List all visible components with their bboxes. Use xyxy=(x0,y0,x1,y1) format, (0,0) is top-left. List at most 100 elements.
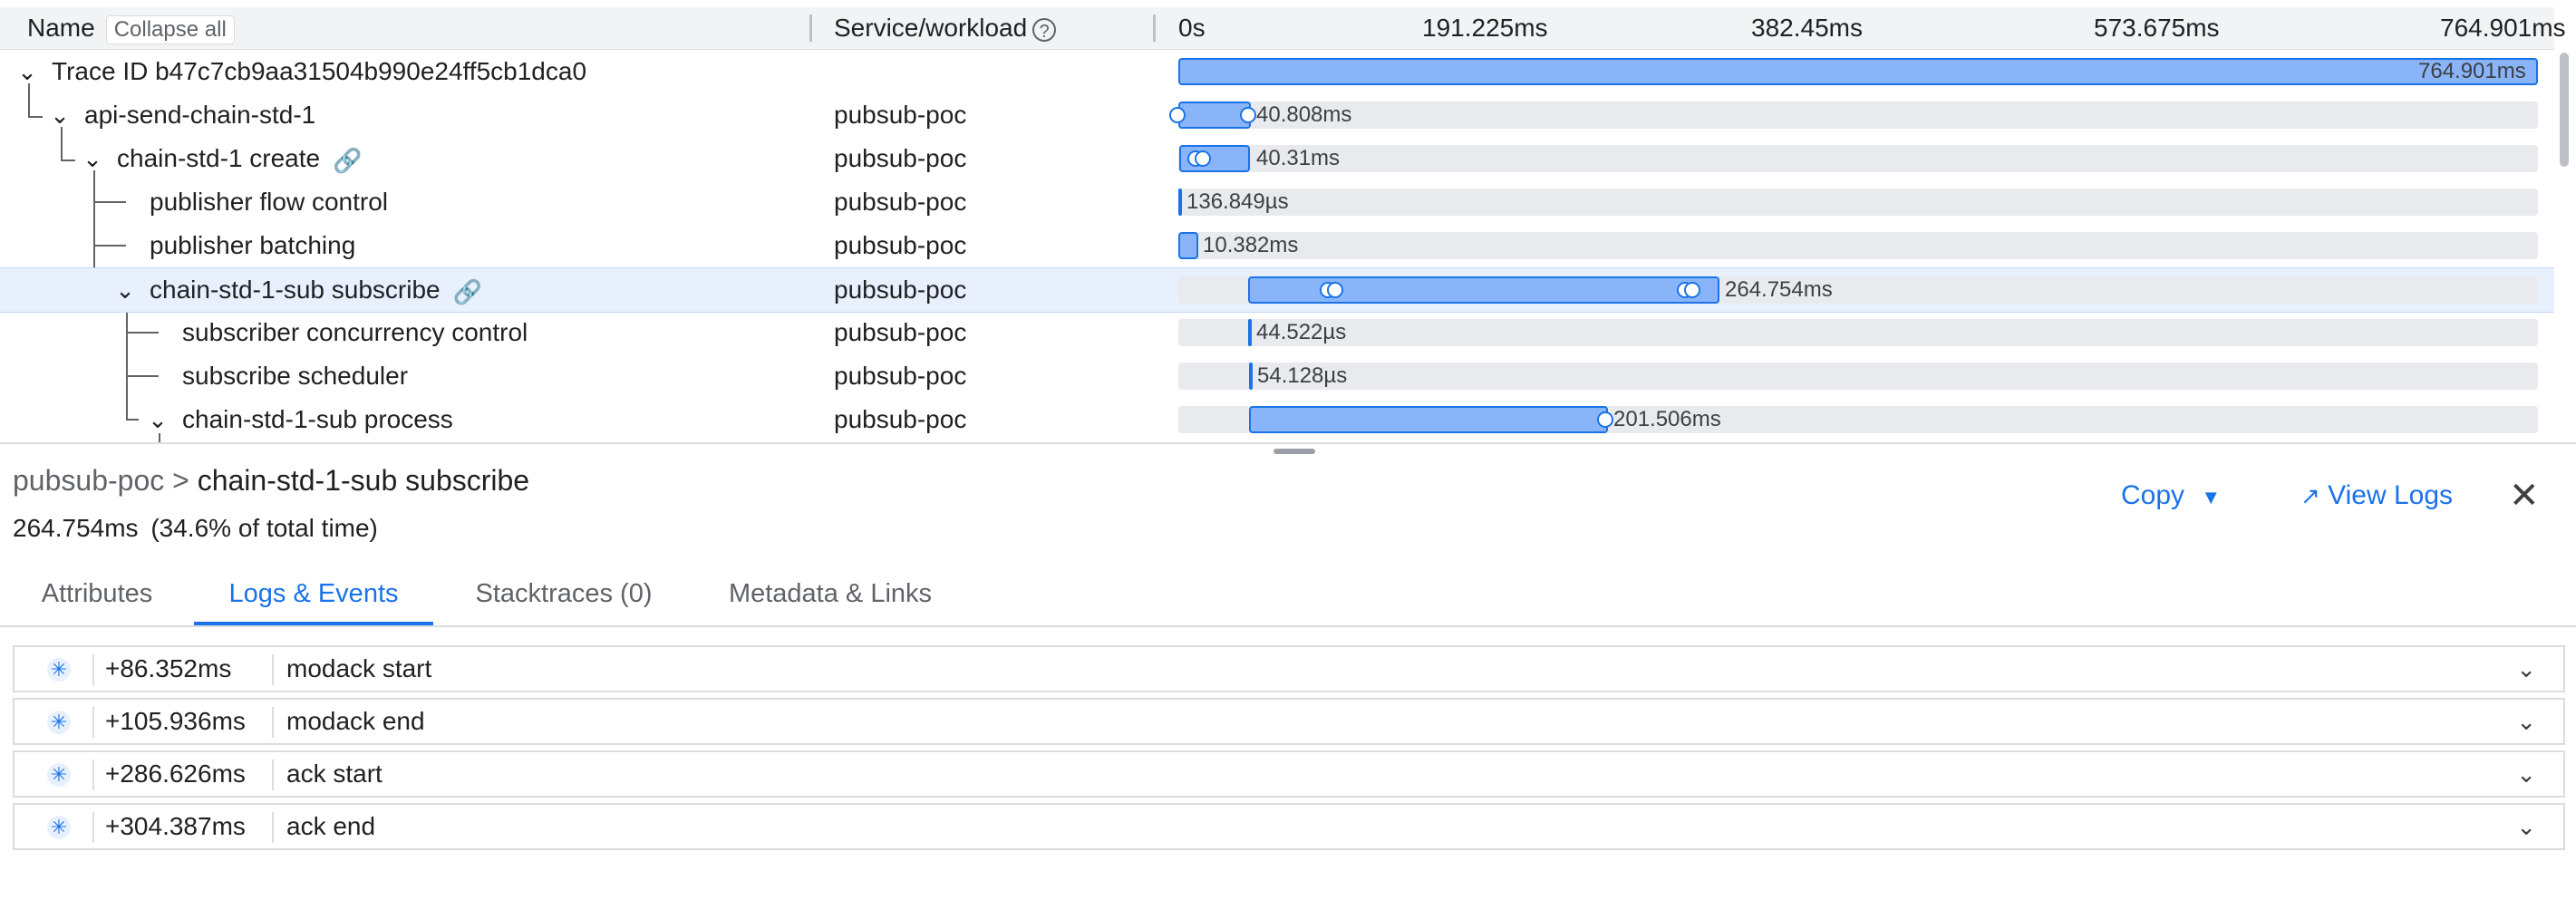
event-marker[interactable] xyxy=(1195,150,1211,167)
event-message: ack end xyxy=(286,812,376,840)
table-row[interactable]: ⌄ Trace ID b47c7cb9aa31504b990e24ff5cb1d… xyxy=(0,50,2554,93)
breadcrumb-service[interactable]: pubsub-poc xyxy=(13,464,164,497)
chevron-down-icon[interactable]: ⌄ xyxy=(80,137,105,180)
chevron-down-icon[interactable]: ⌄ xyxy=(112,268,138,312)
link-icon[interactable]: 🔗 xyxy=(333,139,362,182)
span-duration-summary: 264.754ms (34.6% of total time) xyxy=(13,514,378,543)
timeline-track xyxy=(1178,319,2538,346)
event-message: ack start xyxy=(286,759,383,788)
event-marker[interactable] xyxy=(1327,282,1343,298)
span-service: pubsub-poc xyxy=(834,276,967,304)
span-duration: 136.849µs xyxy=(1186,189,1289,214)
table-row[interactable]: ⌄ api-send-chain-std-1 pubsub-poc 40.808… xyxy=(0,93,2554,137)
timeline-track xyxy=(1178,189,2538,216)
span-name: chain-std-1-sub process xyxy=(182,405,453,433)
event-offset: +304.387ms xyxy=(105,812,246,840)
event-marker[interactable] xyxy=(1597,411,1613,428)
view-logs-label: View Logs xyxy=(2328,480,2454,510)
timeline-tick: 764.901ms xyxy=(2440,14,2566,42)
span-name: Trace ID b47c7cb9aa31504b990e24ff5cb1dca… xyxy=(52,57,587,85)
copy-button[interactable]: Copy ▼ xyxy=(2121,480,2221,511)
event-row[interactable]: ✳ +86.352ms modack start ⌄ xyxy=(13,645,2565,692)
tab-attributes[interactable]: Attributes xyxy=(13,562,181,625)
vertical-scrollbar[interactable] xyxy=(2560,53,2569,167)
open-in-new-icon: ↗ xyxy=(2300,482,2320,509)
table-row[interactable]: subscribe scheduler pubsub-poc 54.128µs xyxy=(0,354,2554,398)
chevron-down-icon[interactable]: ⌄ xyxy=(47,93,73,137)
tab-metadata-links[interactable]: Metadata & Links xyxy=(703,562,957,625)
name-column-header[interactable]: Name Collapse all xyxy=(27,7,235,49)
chevron-down-icon[interactable]: ⌄ xyxy=(2516,805,2536,848)
table-header: Name Collapse all Service/workload? 0s 19… xyxy=(0,7,2566,50)
span-service: pubsub-poc xyxy=(834,405,967,433)
tab-logs-events[interactable]: Logs & Events xyxy=(194,562,433,625)
span-bar[interactable] xyxy=(1248,319,1252,346)
span-duration: 54.128µs xyxy=(1257,363,1348,388)
span-service: pubsub-poc xyxy=(834,318,967,346)
chevron-down-icon[interactable]: ⌄ xyxy=(2516,700,2536,743)
link-icon[interactable]: 🔗 xyxy=(453,270,482,314)
panel-divider xyxy=(0,442,2576,444)
tab-stacktraces[interactable]: Stacktraces (0) xyxy=(450,562,678,625)
table-row[interactable]: subscriber concurrency control pubsub-po… xyxy=(0,311,2554,354)
collapse-all-button[interactable]: Collapse all xyxy=(105,15,235,44)
chevron-down-icon[interactable]: ⌄ xyxy=(2516,752,2536,796)
table-row[interactable]: ⌄ chain-std-1-sub process pubsub-poc 201… xyxy=(0,398,2554,441)
event-offset: +86.352ms xyxy=(105,654,232,682)
span-service: pubsub-poc xyxy=(834,101,967,129)
span-duration: 44.522µs xyxy=(1256,320,1347,344)
span-bar[interactable] xyxy=(1248,276,1719,304)
copy-label: Copy xyxy=(2121,480,2185,510)
service-column-header[interactable]: Service/workload? xyxy=(834,7,1057,49)
span-bar[interactable] xyxy=(1249,363,1253,390)
event-marker[interactable] xyxy=(1169,107,1186,123)
breadcrumb-span: chain-std-1-sub subscribe xyxy=(197,464,530,497)
span-bar[interactable] xyxy=(1178,189,1182,216)
span-name: publisher flow control xyxy=(150,188,389,216)
timeline-track xyxy=(1178,102,2538,129)
timeline-tick: 0s xyxy=(1178,14,1206,42)
span-name: subscribe scheduler xyxy=(182,362,409,390)
table-row-selected[interactable]: ⌄ chain-std-1-sub subscribe 🔗 pubsub-poc … xyxy=(0,267,2554,313)
table-row[interactable]: publisher batching pubsub-poc 10.382ms xyxy=(0,224,2554,267)
view-logs-button[interactable]: ↗ View Logs xyxy=(2300,480,2453,511)
dropdown-arrow-icon: ▼ xyxy=(2201,486,2222,508)
event-marker[interactable] xyxy=(1684,282,1700,298)
timeline-track xyxy=(1178,145,2538,172)
timeline-tick: 573.675ms xyxy=(2094,14,2220,42)
span-bar[interactable] xyxy=(1178,232,1198,259)
timeline-track xyxy=(1178,363,2538,390)
event-message: modack start xyxy=(286,654,432,682)
table-row[interactable]: ⌄ chain-std-1 create 🔗 pubsub-poc 40.31ms xyxy=(0,137,2554,180)
close-icon[interactable]: ✕ xyxy=(2509,475,2540,517)
timeline-tick: 191.225ms xyxy=(1422,14,1548,42)
event-row[interactable]: ✳ +304.387ms ack end ⌄ xyxy=(13,803,2565,850)
event-row[interactable]: ✳ +105.936ms modack end ⌄ xyxy=(13,698,2565,745)
detail-tabs: Attributes Logs & Events Stacktraces (0)… xyxy=(0,562,2576,627)
event-row[interactable]: ✳ +286.626ms ack start ⌄ xyxy=(13,750,2565,798)
chevron-down-icon[interactable]: ⌄ xyxy=(15,50,40,93)
span-bar[interactable] xyxy=(1178,58,2538,85)
event-message: modack end xyxy=(286,707,425,735)
span-duration: 201.506ms xyxy=(1613,407,1721,431)
resize-handle[interactable] xyxy=(1273,449,1315,454)
span-bar[interactable] xyxy=(1249,406,1608,433)
chevron-down-icon[interactable]: ⌄ xyxy=(2516,647,2536,691)
help-icon[interactable]: ? xyxy=(1032,17,1057,42)
span-service: pubsub-poc xyxy=(834,188,967,216)
span-service: pubsub-poc xyxy=(834,231,967,259)
span-name: publisher batching xyxy=(150,231,356,259)
span-duration-percent: (34.6% of total time) xyxy=(150,514,378,542)
timeline-track xyxy=(1178,232,2538,259)
table-row[interactable]: publisher flow control pubsub-poc 136.84… xyxy=(0,180,2554,224)
chevron-down-icon[interactable]: ⌄ xyxy=(145,398,170,441)
event-marker[interactable] xyxy=(1240,107,1256,123)
timeline-tick: 382.45ms xyxy=(1751,14,1863,42)
column-resize-handle[interactable] xyxy=(1153,15,1156,42)
event-icon: ✳ xyxy=(47,763,71,787)
event-offset: +105.936ms xyxy=(105,707,246,735)
span-name: chain-std-1-sub subscribe 🔗 xyxy=(150,268,482,312)
column-resize-handle[interactable] xyxy=(809,15,812,42)
span-service: pubsub-poc xyxy=(834,362,967,390)
name-header-label: Name xyxy=(27,14,95,42)
